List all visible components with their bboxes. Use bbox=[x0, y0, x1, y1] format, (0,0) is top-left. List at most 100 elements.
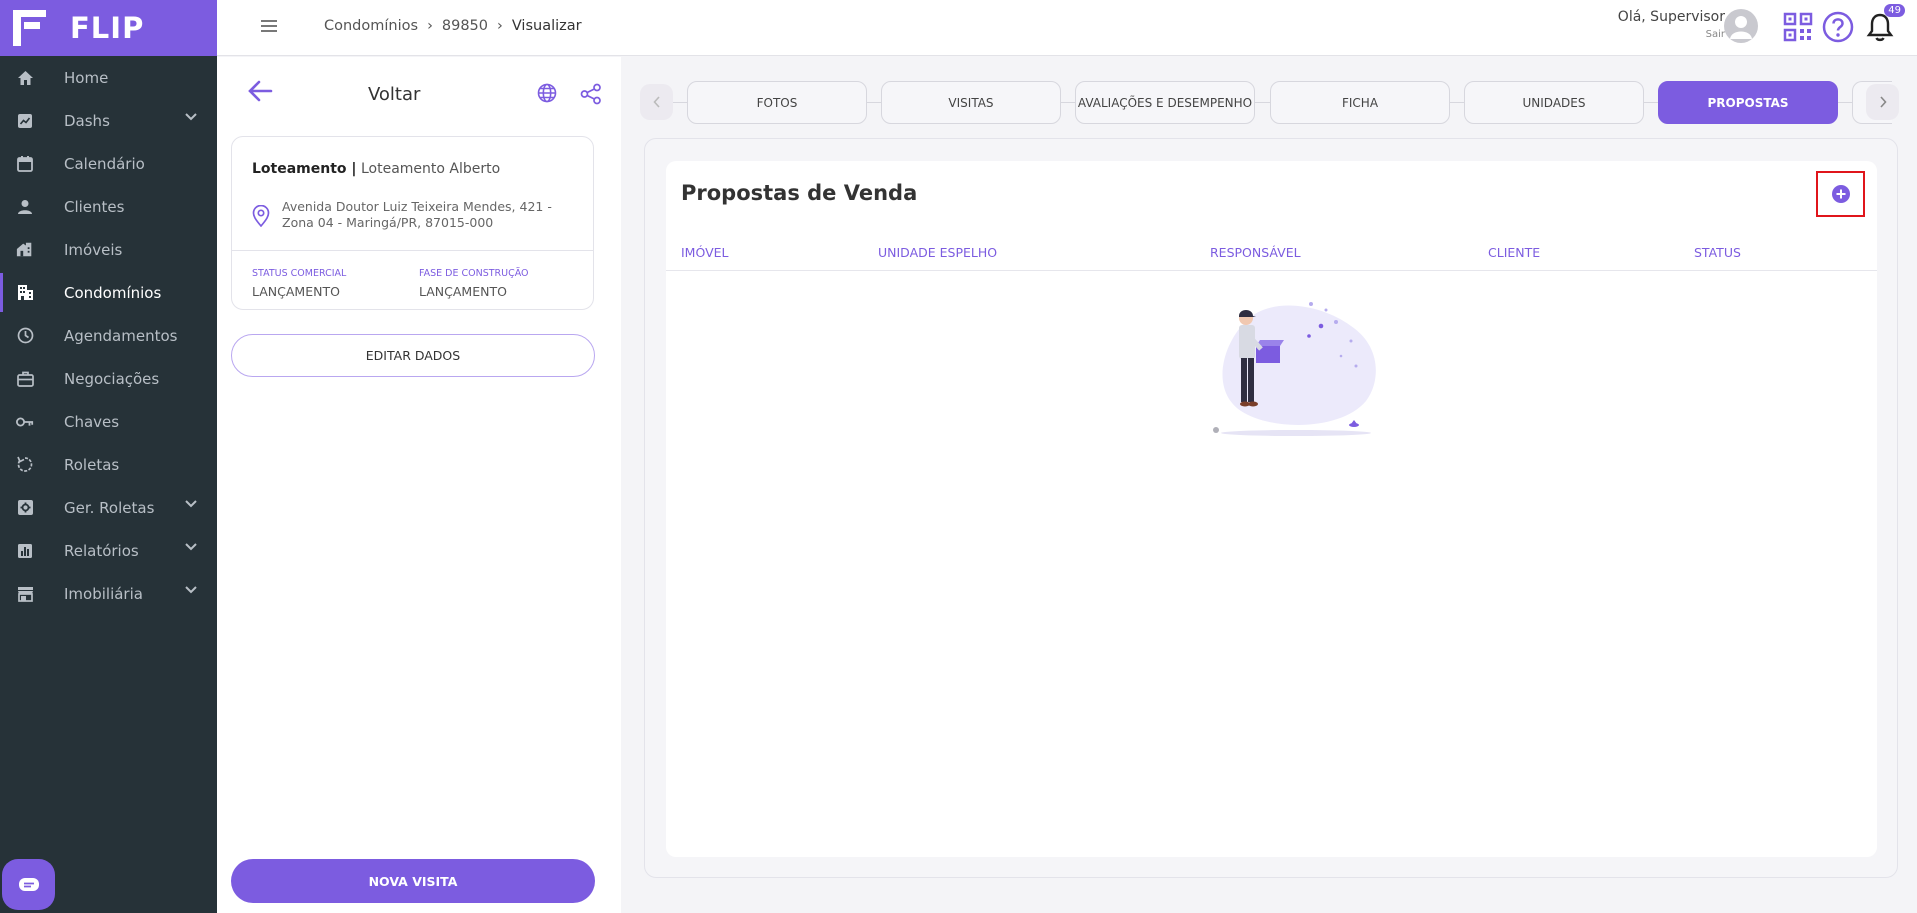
edit-data-button[interactable]: EDITAR DADOS bbox=[231, 334, 595, 377]
table-header: IMÓVEL UNIDADE ESPELHO RESPONSÁVEL CLIEN… bbox=[666, 234, 1877, 271]
chart-icon bbox=[16, 112, 34, 130]
column-header-imovel[interactable]: IMÓVEL bbox=[681, 245, 729, 260]
breadcrumb-item[interactable]: Condomínios bbox=[324, 18, 418, 34]
sidebar-nav: Home Dashs Calendário Clientes Imóveis C… bbox=[0, 56, 217, 615]
sidebar-item-label: Home bbox=[64, 68, 109, 87]
sidebar-item-label: Dashs bbox=[64, 111, 110, 130]
sidebar-item-label: Chaves bbox=[64, 412, 120, 431]
tabs-bar: FOTOS VISITAS AVALIAÇÕES E DESEMPENHO FI… bbox=[640, 80, 1900, 124]
tab-ficha[interactable]: FICHA bbox=[1270, 81, 1450, 124]
user-icon bbox=[1730, 16, 1752, 39]
sidebar-item-calendario[interactable]: Calendário bbox=[0, 142, 217, 185]
card-title: Propostas de Venda bbox=[681, 181, 918, 205]
tab-propostas[interactable]: PROPOSTAS bbox=[1658, 81, 1838, 124]
divider bbox=[232, 250, 593, 251]
sidebar-item-label: Agendamentos bbox=[64, 326, 178, 345]
logout-link[interactable]: Sair bbox=[1618, 29, 1725, 40]
sidebar-item-label: Imóveis bbox=[64, 240, 123, 259]
sidebar-item-label: Imobiliária bbox=[64, 584, 143, 603]
menu-icon[interactable] bbox=[260, 19, 278, 33]
tabs-next-button[interactable] bbox=[1866, 84, 1899, 120]
breadcrumb: Condomínios › 89850 › Visualizar bbox=[324, 18, 582, 34]
building-icon bbox=[16, 241, 34, 259]
calendar-icon bbox=[16, 155, 34, 173]
notification-badge: 49 bbox=[1884, 4, 1905, 17]
chevron-down-icon bbox=[185, 113, 197, 121]
sidebar-item-label: Calendário bbox=[64, 154, 145, 173]
sidebar-item-roletas[interactable]: Roletas bbox=[0, 443, 217, 486]
breadcrumb-item[interactable]: 89850 bbox=[442, 18, 488, 34]
chevron-down-icon bbox=[185, 500, 197, 508]
tab-avaliacoes[interactable]: AVALIAÇÕES E DESEMPENHO bbox=[1075, 81, 1255, 124]
status-value: LANÇAMENTO bbox=[252, 284, 340, 299]
column-header-unidade-espelho[interactable]: UNIDADE ESPELHO bbox=[878, 245, 997, 260]
sidebar-item-ger-roletas[interactable]: Ger. Roletas bbox=[0, 486, 217, 529]
sidebar-item-label: Condomínios bbox=[64, 283, 162, 302]
detail-panel: Voltar Loteamento | Loteamento Alberto A… bbox=[217, 57, 621, 913]
status-label: STATUS COMERCIAL bbox=[252, 268, 347, 279]
proposals-card: Propostas de Venda IMÓVEL UNIDADE ESPELH… bbox=[666, 161, 1877, 857]
share-icon[interactable] bbox=[580, 83, 602, 105]
chat-icon bbox=[18, 877, 39, 891]
globe-icon[interactable] bbox=[537, 83, 557, 103]
sidebar-item-imoveis[interactable]: Imóveis bbox=[0, 228, 217, 271]
property-title: Loteamento | Loteamento Alberto bbox=[252, 161, 500, 177]
chevron-right-icon bbox=[1879, 96, 1887, 108]
sidebar-item-clientes[interactable]: Clientes bbox=[0, 185, 217, 228]
plus-circle-icon bbox=[1831, 185, 1850, 203]
flip-logo-icon bbox=[13, 10, 46, 46]
column-header-status[interactable]: STATUS bbox=[1694, 245, 1741, 260]
add-proposal-button[interactable] bbox=[1816, 171, 1865, 217]
phase-label: FASE DE CONSTRUÇÃO bbox=[419, 268, 529, 279]
sidebar-item-label: Roletas bbox=[64, 455, 120, 474]
chevron-down-icon bbox=[185, 586, 197, 594]
home-icon bbox=[16, 69, 34, 87]
property-info-card: Loteamento | Loteamento Alberto Avenida … bbox=[231, 136, 594, 310]
person-icon bbox=[16, 198, 34, 216]
clock-icon bbox=[16, 327, 34, 345]
logo[interactable]: FLIP bbox=[0, 0, 217, 56]
tabs-prev-button[interactable] bbox=[640, 84, 673, 120]
avatar[interactable] bbox=[1724, 9, 1758, 43]
arrow-left-icon[interactable] bbox=[247, 79, 273, 103]
sidebar-item-agendamentos[interactable]: Agendamentos bbox=[0, 314, 217, 357]
sidebar-item-label: Ger. Roletas bbox=[64, 498, 155, 517]
back-row: Voltar bbox=[247, 77, 601, 113]
sidebar-item-relatorios[interactable]: Relatórios bbox=[0, 529, 217, 572]
condo-icon bbox=[16, 284, 34, 302]
sidebar-item-dashs[interactable]: Dashs bbox=[0, 99, 217, 142]
sidebar-item-imobiliaria[interactable]: Imobiliária bbox=[0, 572, 217, 615]
column-header-cliente[interactable]: CLIENTE bbox=[1488, 245, 1540, 260]
phase-value: LANÇAMENTO bbox=[419, 284, 507, 299]
briefcase-icon bbox=[16, 370, 34, 388]
tab-unidades[interactable]: UNIDADES bbox=[1464, 81, 1644, 124]
sidebar-item-condominios[interactable]: Condomínios bbox=[0, 271, 217, 314]
store-icon bbox=[16, 585, 34, 603]
chat-button[interactable] bbox=[2, 859, 55, 910]
sidebar-item-label: Clientes bbox=[64, 197, 125, 216]
property-address: Avenida Doutor Luiz Teixeira Mendes, 421… bbox=[282, 199, 552, 230]
chevron-left-icon bbox=[652, 96, 660, 108]
tab-fotos[interactable]: FOTOS bbox=[687, 81, 867, 124]
map-pin-icon bbox=[252, 205, 270, 227]
top-header: Condomínios › 89850 › Visualizar Olá, Su… bbox=[217, 0, 1917, 56]
column-header-responsavel[interactable]: RESPONSÁVEL bbox=[1210, 245, 1301, 260]
property-type: Loteamento | bbox=[252, 161, 357, 177]
cog-box-icon bbox=[16, 499, 34, 517]
qr-code-icon[interactable] bbox=[1783, 12, 1813, 42]
rotate-icon bbox=[16, 456, 34, 474]
empty-state-illustration bbox=[1213, 302, 1376, 436]
new-visit-button[interactable]: NOVA VISITA bbox=[231, 859, 595, 903]
breadcrumb-separator: › bbox=[497, 18, 503, 34]
app-name: FLIP bbox=[70, 11, 145, 45]
sidebar-item-chaves[interactable]: Chaves bbox=[0, 400, 217, 443]
sidebar-item-label: Relatórios bbox=[64, 541, 139, 560]
help-icon[interactable] bbox=[1822, 11, 1854, 43]
back-label[interactable]: Voltar bbox=[368, 84, 420, 105]
property-name: Loteamento Alberto bbox=[360, 161, 501, 177]
key-icon bbox=[16, 413, 34, 431]
sidebar-item-home[interactable]: Home bbox=[0, 56, 217, 99]
sidebar-item-label: Negociações bbox=[64, 369, 160, 388]
sidebar-item-negociacoes[interactable]: Negociações bbox=[0, 357, 217, 400]
tab-visitas[interactable]: VISITAS bbox=[881, 81, 1061, 124]
